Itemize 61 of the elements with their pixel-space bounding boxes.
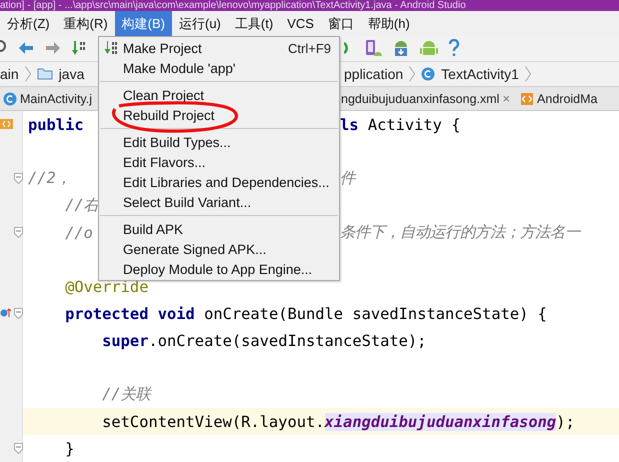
- chevron-icon: [409, 66, 416, 82]
- folder-icon: [36, 67, 53, 80]
- menu-title[interactable]: 分析(Z): [0, 11, 57, 36]
- code-line: protected void onCreate(Bundle savedInstanceState) {: [64, 304, 547, 322]
- fold-marker-icon[interactable]: [14, 173, 23, 184]
- menu-title[interactable]: 工具(t): [228, 11, 280, 36]
- menu-title[interactable]: 窗口: [320, 11, 361, 36]
- menu-item[interactable]: Select Build Variant...: [99, 192, 339, 212]
- code-line: //右: [64, 195, 99, 216]
- fold-marker-icon[interactable]: [14, 443, 23, 454]
- device-icon[interactable]: [364, 39, 382, 58]
- sort-down-icon[interactable]: [71, 40, 87, 56]
- menu-item[interactable]: Edit Libraries and Dependencies...: [99, 172, 339, 192]
- editor-tab[interactable]: AndroidMa: [534, 87, 600, 110]
- code-line: //2，: [28, 168, 71, 189]
- breadcrumb[interactable]: TextActivity1: [441, 66, 519, 82]
- editor-tab[interactable]: MainActivity.j: [17, 87, 96, 110]
- menu-item[interactable]: Clean Project: [99, 85, 339, 105]
- chevron-icon: [524, 66, 531, 82]
- menu-item[interactable]: Edit Build Types...: [99, 132, 339, 152]
- override-marker-icon[interactable]: [0, 307, 11, 318]
- code-line: 条件下，自动运行的方法；方法名一: [340, 222, 580, 243]
- menu-item[interactable]: Generate Signed APK...: [99, 239, 339, 259]
- menu-item[interactable]: Edit Flavors...: [99, 152, 339, 172]
- android-icon[interactable]: [420, 39, 438, 58]
- chevron-icon: [24, 66, 31, 82]
- shortcut-label: Ctrl+F9: [288, 40, 331, 56]
- menu-item[interactable]: Deploy Module to App Engine...: [99, 259, 339, 279]
- menu-item[interactable]: Rebuild Project: [99, 105, 339, 125]
- code-line: //关联: [101, 384, 151, 405]
- class-marker-icon[interactable]: [0, 119, 13, 129]
- forward-arrow-icon[interactable]: [44, 40, 62, 56]
- window-title: ation] - [app] - ...\app\src\main\java\com\example\lenovo\myapplication\TextActivity1.java - Android Studio: [0, 0, 619, 11]
- download-icon[interactable]: [392, 39, 410, 58]
- back-arrow-icon[interactable]: [17, 40, 35, 56]
- menu-title[interactable]: 帮助(h): [360, 11, 417, 36]
- menu-item[interactable]: Make Module 'app': [99, 58, 339, 78]
- menu-title[interactable]: 构建(B): [114, 11, 172, 36]
- help-icon[interactable]: [448, 39, 460, 58]
- menu-title[interactable]: 重构(R): [56, 11, 115, 36]
- code-line: setContentView(R.layout.xiangduibujuduanxinfasong);: [101, 412, 575, 430]
- code-line: public: [28, 116, 84, 134]
- code-line: }: [64, 440, 74, 458]
- breadcrumb[interactable]: ain: [0, 66, 19, 82]
- class-icon: [421, 66, 436, 81]
- menu-item[interactable]: Build APK: [99, 219, 339, 239]
- fold-marker-icon[interactable]: [14, 227, 23, 238]
- xml-file-icon: [520, 92, 534, 106]
- breadcrumb[interactable]: pplication: [344, 66, 404, 82]
- editor-tab[interactable]: ngduibujuduanxinfasong.xml: [338, 87, 502, 110]
- menu-title[interactable]: VCS: [280, 11, 321, 36]
- code-line: 件: [340, 168, 355, 189]
- breadcrumb[interactable]: java: [58, 66, 84, 82]
- code-line: @Override: [64, 278, 148, 296]
- class-icon: [3, 92, 17, 106]
- close-tab-button[interactable]: ×: [502, 91, 510, 106]
- code-line: super.onCreate(savedInstanceState);: [101, 332, 426, 350]
- code-line: //o: [64, 224, 93, 242]
- menu-title[interactable]: 运行(u): [172, 11, 228, 36]
- fold-marker-icon[interactable]: [14, 308, 23, 319]
- code-line: ls Activity {: [340, 116, 460, 134]
